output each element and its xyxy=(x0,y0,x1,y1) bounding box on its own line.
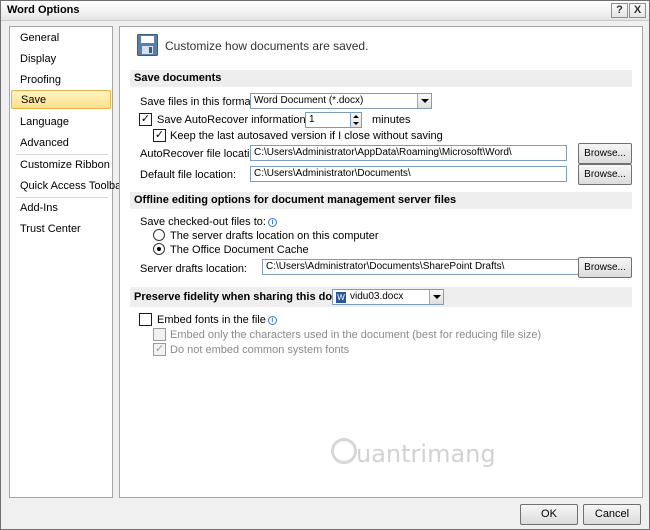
do-not-embed-system-fonts-label: Do not embed common system fonts xyxy=(170,344,350,356)
default-location-label: Default file location: xyxy=(140,169,236,181)
embed-fonts-row: Embed fonts in the file i xyxy=(157,314,277,326)
radio-office-document-cache[interactable] xyxy=(153,243,165,255)
close-button[interactable]: X xyxy=(629,3,646,18)
embed-only-used-characters-label: Embed only the characters used in the do… xyxy=(170,329,542,341)
radio-server-drafts-label: The server drafts location on this compu… xyxy=(170,230,379,242)
sidebar-item-advanced[interactable]: Advanced xyxy=(11,134,111,153)
save-format-label: Save files in this format: xyxy=(140,96,257,108)
save-options-panel: Customize how documents are saved. Save … xyxy=(119,26,643,498)
autorecover-minutes-input[interactable]: 1 xyxy=(305,112,351,128)
floppy-disk-icon xyxy=(137,34,158,56)
radio-office-document-cache-label: The Office Document Cache xyxy=(170,244,309,256)
server-drafts-browse-button[interactable]: Browse... xyxy=(578,257,632,278)
watermark-text: uantrimang xyxy=(356,440,496,468)
spin-up-icon xyxy=(353,115,359,118)
do-not-embed-system-fonts-checkbox[interactable]: ✓ xyxy=(153,343,166,356)
section-save-documents: Save documents xyxy=(130,70,632,87)
radio-server-drafts[interactable] xyxy=(153,229,165,241)
ok-button[interactable]: OK xyxy=(520,504,578,525)
embed-fonts-checkbox[interactable] xyxy=(139,313,152,326)
server-drafts-location-input[interactable]: C:\Users\Administrator\Documents\SharePo… xyxy=(262,259,595,275)
spin-down-icon xyxy=(353,122,359,125)
help-button[interactable]: ? xyxy=(611,3,628,18)
title-bar: Word Options ? X xyxy=(1,1,649,21)
page-header: Customize how documents are saved. xyxy=(165,39,369,53)
save-format-select[interactable]: Word Document (*.docx) xyxy=(250,93,432,109)
watermark-logo-icon xyxy=(331,438,357,464)
save-checked-out-label: Save checked-out files to: i xyxy=(140,216,277,228)
default-location-input[interactable]: C:\Users\Administrator\Documents\ xyxy=(250,166,567,182)
section-offline-editing: Offline editing options for document man… xyxy=(130,192,632,209)
sidebar-item-customize-ribbon[interactable]: Customize Ribbon xyxy=(11,156,111,175)
sidebar-item-quick-access-toolbar[interactable]: Quick Access Toolbar xyxy=(11,177,125,196)
sidebar-item-add-ins[interactable]: Add-Ins xyxy=(11,199,111,218)
fidelity-document-select[interactable]: Wvidu03.docx xyxy=(332,289,444,305)
server-drafts-location-label: Server drafts location: xyxy=(140,263,247,275)
chevron-down-icon xyxy=(429,290,443,304)
minutes-label: minutes xyxy=(372,114,411,126)
sidebar-nav: General Display Proofing Save Language A… xyxy=(9,26,125,498)
sidebar-item-language[interactable]: Language xyxy=(11,113,111,132)
embed-only-used-characters-checkbox[interactable] xyxy=(153,328,166,341)
fidelity-document-value: vidu03.docx xyxy=(350,291,404,302)
autorecover-location-label: AutoRecover file location: xyxy=(140,148,265,160)
keep-last-version-label: Keep the last autosaved version if I clo… xyxy=(170,130,443,142)
sidebar-divider xyxy=(16,197,108,198)
cancel-button[interactable]: Cancel xyxy=(583,504,641,525)
save-checked-out-text: Save checked-out files to: xyxy=(140,216,266,228)
minutes-spinner[interactable] xyxy=(350,112,362,128)
word-document-icon: W xyxy=(336,292,346,303)
sidebar-item-save[interactable]: Save xyxy=(11,90,111,109)
autorecover-checkbox[interactable]: ✓ xyxy=(139,113,152,126)
sidebar-item-proofing[interactable]: Proofing xyxy=(11,71,111,90)
save-format-value: Word Document (*.docx) xyxy=(254,95,364,106)
default-location-browse-button[interactable]: Browse... xyxy=(578,164,632,185)
info-icon: i xyxy=(267,316,277,325)
autorecover-browse-button[interactable]: Browse... xyxy=(578,143,632,164)
autorecover-location-input[interactable]: C:\Users\Administrator\AppData\Roaming\M… xyxy=(250,145,567,161)
embed-fonts-label: Embed fonts in the file xyxy=(157,314,266,326)
keep-last-version-checkbox[interactable]: ✓ xyxy=(153,129,166,142)
sidebar-item-trust-center[interactable]: Trust Center xyxy=(11,220,111,239)
window-title: Word Options xyxy=(7,4,80,16)
sidebar-item-general[interactable]: General xyxy=(11,29,111,48)
chevron-down-icon xyxy=(417,94,431,108)
info-icon: i xyxy=(267,218,277,227)
word-options-window: Word Options ? X General Display Proofin… xyxy=(0,0,650,530)
sidebar-divider xyxy=(16,154,108,155)
sidebar-item-display[interactable]: Display xyxy=(11,50,111,69)
